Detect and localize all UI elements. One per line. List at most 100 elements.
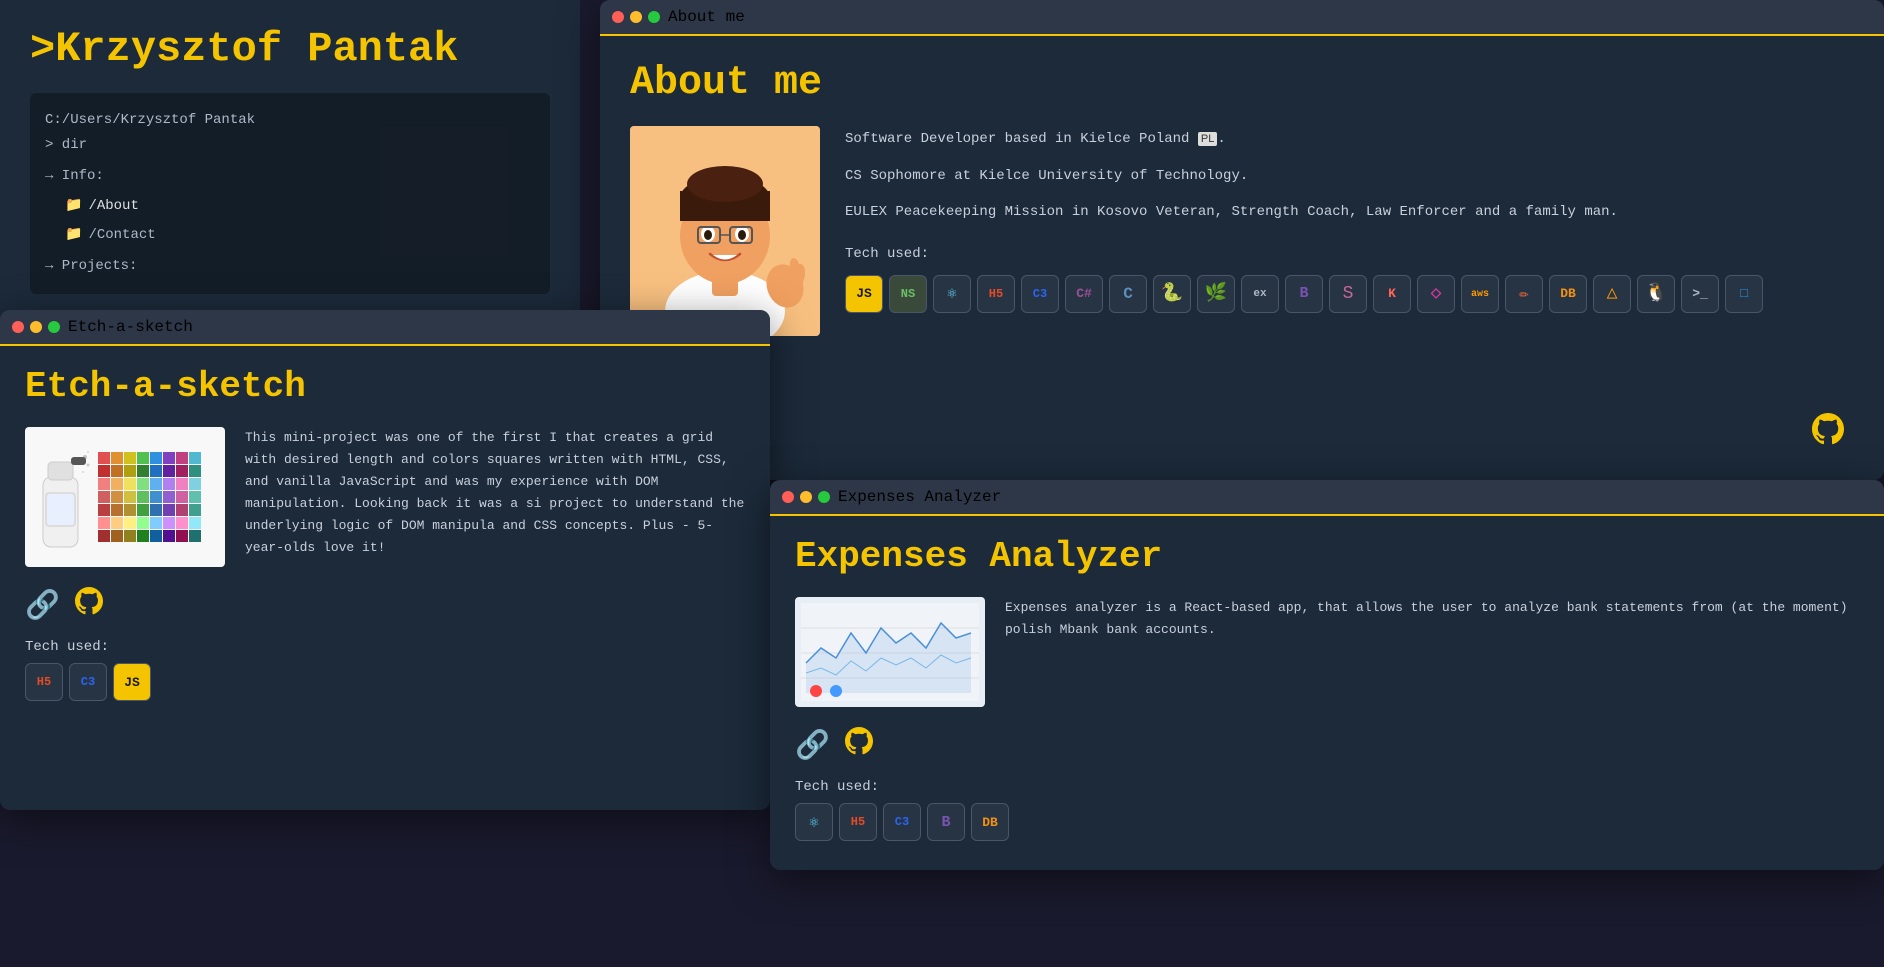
etch-description: This mini-project was one of the first I… [245,427,745,560]
tech-icon-graphql: ◇ [1417,275,1455,313]
expenses-chain-link[interactable]: 🔗 [795,728,830,763]
terminal-prompt: C:/Users/Krzysztof Pantak > dir → Info: … [30,93,550,294]
expenses-traffic-lights [782,491,830,503]
close-btn-etch[interactable] [12,321,24,333]
etch-desc-text: This mini-project was one of the first I… [245,430,744,555]
about-link-label: /About [88,194,138,219]
etch-tech-css: C3 [69,663,107,701]
about-description: Software Developer based in Kielce Polan… [845,126,1854,313]
etch-body: Etch-a-sketch [0,346,770,721]
folder-icon-about: 📁 [65,194,82,219]
terminal-path: C:/Users/Krzysztof Pantak [45,108,535,133]
etch-content: This mini-project was one of the first I… [25,427,745,567]
etch-github-link[interactable] [75,587,103,624]
color-grid [98,452,201,542]
expenses-titlebar: Expenses Analyzer [770,480,1884,514]
expenses-github-link[interactable] [845,727,873,764]
tech-icon-mongo: 🌿 [1197,275,1235,313]
about-titlebar: About me [600,0,1884,34]
etch-window-title: Etch-a-sketch [68,318,193,336]
tech-icon-html: H5 [977,275,1015,313]
tech-icon-linux: 🐧 [1637,275,1675,313]
spray-can-svg [33,437,93,557]
about-github-icon[interactable] [1812,413,1844,455]
etch-tech-js: JS [113,663,151,701]
tech-icon-kendo: K [1373,275,1411,313]
tech-icon-amplify: △ [1593,275,1631,313]
tech-icon-sass: S [1329,275,1367,313]
expenses-body: Expenses Analyzer [770,516,1884,861]
expenses-tech-css: C3 [883,803,921,841]
tech-icon-csharp: C# [1065,275,1103,313]
expenses-window-title: Expenses Analyzer [838,488,1001,506]
expenses-tech-section: Tech used: ⚛ H5 C3 B DB [795,779,1859,841]
about-content: Software Developer based in Kielce Polan… [630,126,1854,336]
etch-tech-html: H5 [25,663,63,701]
flag-pl: PL [1198,132,1217,146]
expenses-tech-db: DB [971,803,1009,841]
maximize-btn-about[interactable] [648,11,660,23]
expenses-tech-label: Tech used: [795,779,1859,795]
etch-chain-link[interactable]: 🔗 [25,588,60,623]
expenses-links: 🔗 [795,727,1859,764]
expenses-tech-bootstrap: B [927,803,965,841]
minimize-btn-expenses[interactable] [800,491,812,503]
etch-page-title: Etch-a-sketch [25,366,745,407]
contact-link-label: /Contact [88,223,155,248]
about-window-title: About me [668,8,745,26]
about-page-title: About me [630,61,1854,106]
expenses-description: Expenses analyzer is a React-based app, … [1005,597,1859,641]
tech-icon-nodejs: NS [889,275,927,313]
about-tech-section: Tech used: JS NS ⚛ H5 C3 C# [845,241,1854,314]
etch-tech-section: Tech used: H5 C3 JS [25,639,745,701]
terminal-cmd: > dir [45,133,535,158]
tech-icon-css: C3 [1021,275,1059,313]
expenses-window: Expenses Analyzer Expenses Analyzer [770,480,1884,870]
expenses-tech-html: H5 [839,803,877,841]
close-btn-expenses[interactable] [782,491,794,503]
github-svg [1812,413,1844,445]
minimize-btn-etch[interactable] [30,321,42,333]
etch-links: 🔗 [25,587,745,624]
avatar [630,126,820,336]
main-terminal-window: >Krzysztof Pantak C:/Users/Krzysztof Pan… [0,0,580,320]
close-btn-about[interactable] [612,11,624,23]
tech-icon-docker: □ [1725,275,1763,313]
about-body: About me [600,36,1884,361]
avatar-svg [630,126,820,336]
expenses-desc-text: Expenses analyzer is a React-based app, … [1005,600,1848,637]
etch-tech-icons: H5 C3 JS [25,663,745,701]
etch-traffic-lights [12,321,60,333]
tech-icon-db: DB [1549,275,1587,313]
expenses-tech-react: ⚛ [795,803,833,841]
about-text-line1: Software Developer based in Kielce Polan… [845,131,1189,147]
about-nav-item[interactable]: 📁 /About [65,194,535,219]
main-title: >Krzysztof Pantak [30,25,550,73]
tech-icon-js: JS [845,275,883,313]
tech-icon-express: ex [1241,275,1279,313]
expenses-content: Expenses analyzer is a React-based app, … [795,597,1859,707]
about-traffic-lights [612,11,660,23]
maximize-btn-expenses[interactable] [818,491,830,503]
about-tech-label: Tech used: [845,241,1854,268]
about-line2: CS Sophomore at Kielce University of Tec… [845,163,1854,190]
contact-nav-item[interactable]: 📁 /Contact [65,223,535,248]
tech-icon-postman: ✏ [1505,275,1543,313]
maximize-btn-etch[interactable] [48,321,60,333]
expenses-chart-image [795,597,985,707]
etch-image [25,427,225,567]
tech-icon-terminal: >_ [1681,275,1719,313]
minimize-btn-about[interactable] [630,11,642,23]
tech-icon-c: C [1109,275,1147,313]
about-line1: Software Developer based in Kielce Polan… [845,126,1854,153]
projects-label: → Projects: [45,258,137,274]
folder-icon-contact: 📁 [65,223,82,248]
tech-icon-python: 🐍 [1153,275,1191,313]
tech-icon-aws: aws [1461,275,1499,313]
tech-icon-bootstrap: B [1285,275,1323,313]
about-window: About me About me [600,0,1884,480]
etch-titlebar: Etch-a-sketch [0,310,770,344]
about-line3: EULEX Peacekeeping Mission in Kosovo Vet… [845,199,1854,226]
expenses-tech-icons: ⚛ H5 C3 B DB [795,803,1859,841]
etch-tech-label: Tech used: [25,639,745,655]
